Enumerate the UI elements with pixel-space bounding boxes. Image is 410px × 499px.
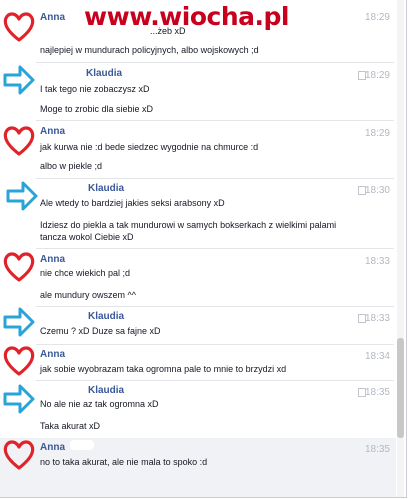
heart-icon [3,252,35,282]
timestamp: 18:33 [364,313,390,324]
message-line: I tak tego nie zobaczysz xD [40,84,150,94]
message-line: albo w piekle ;d [40,161,103,171]
timestamp: 18:29 [364,70,390,81]
heart-icon [3,12,35,42]
heart-icon [3,346,35,376]
sender-name[interactable]: Anna [40,442,65,453]
message-line: Idziesz do piekla a tak mundurowi w samy… [40,220,337,242]
separator [36,62,394,63]
sender-name[interactable]: Klaudia [88,311,124,322]
sender-name[interactable]: Klaudia [88,183,124,194]
message-line: Czemu ? xD Duze sa fajne xD [40,326,161,336]
message-line: jak sobie wyobrazam taka ogromna pale to… [40,364,287,374]
separator [36,248,394,249]
sender-name[interactable]: Anna [40,12,65,23]
message-line: jak kurwa nie :d bede siedzec wygodnie n… [40,142,259,152]
separator [36,120,394,121]
separator [36,380,394,381]
arrow-right-icon [3,307,35,337]
arrow-right-icon [6,181,38,211]
message-line: Moge to zrobic dla siebie xD [40,104,154,114]
message-line: No ale nie az tak ogromna xD [40,399,159,409]
seen-icon [358,71,366,80]
separator [36,344,394,345]
timestamp: 18:30 [364,185,390,196]
watermark: www.wiocha.pl [84,2,289,31]
timestamp: 18:35 [364,387,390,398]
sender-name[interactable]: Klaudia [86,68,122,79]
arrow-right-icon [3,384,35,414]
seen-icon [358,314,366,323]
timestamp: 18:34 [364,351,390,362]
message-line: ale mundury owszem ^^ [40,290,136,300]
heart-icon [3,126,35,156]
scrollbar-thumb[interactable] [397,338,404,438]
message-line: najlepiej w mundurach policyjnych, albo … [40,45,259,55]
sender-name[interactable]: Klaudia [88,385,124,396]
redacted-name [70,440,94,450]
seen-icon [358,388,366,397]
message-line: Taka akurat xD [40,421,101,431]
timestamp: 18:29 [364,128,390,139]
seen-icon [358,186,366,195]
chat-window: www.wiocha.pl Anna 18:29 ...żeb xD najle… [0,0,407,498]
separator [36,178,394,179]
sender-name[interactable]: Anna [40,126,65,137]
scrollbar[interactable] [397,0,404,497]
timestamp: 18:35 [364,444,390,455]
arrow-right-icon [3,65,35,95]
sender-name[interactable]: Anna [40,349,65,360]
heart-icon [3,440,35,470]
message-line: nie chce wiekich pal ;d [40,268,131,278]
message-line: Ale wtedy to bardziej jakies seksi arabs… [40,198,225,208]
timestamp: 18:33 [364,256,390,267]
message-line: no to taka akurat, ale nie mala to spoko… [40,457,208,467]
separator [36,306,394,307]
sender-name[interactable]: Anna [40,254,65,265]
timestamp: 18:29 [364,12,390,23]
